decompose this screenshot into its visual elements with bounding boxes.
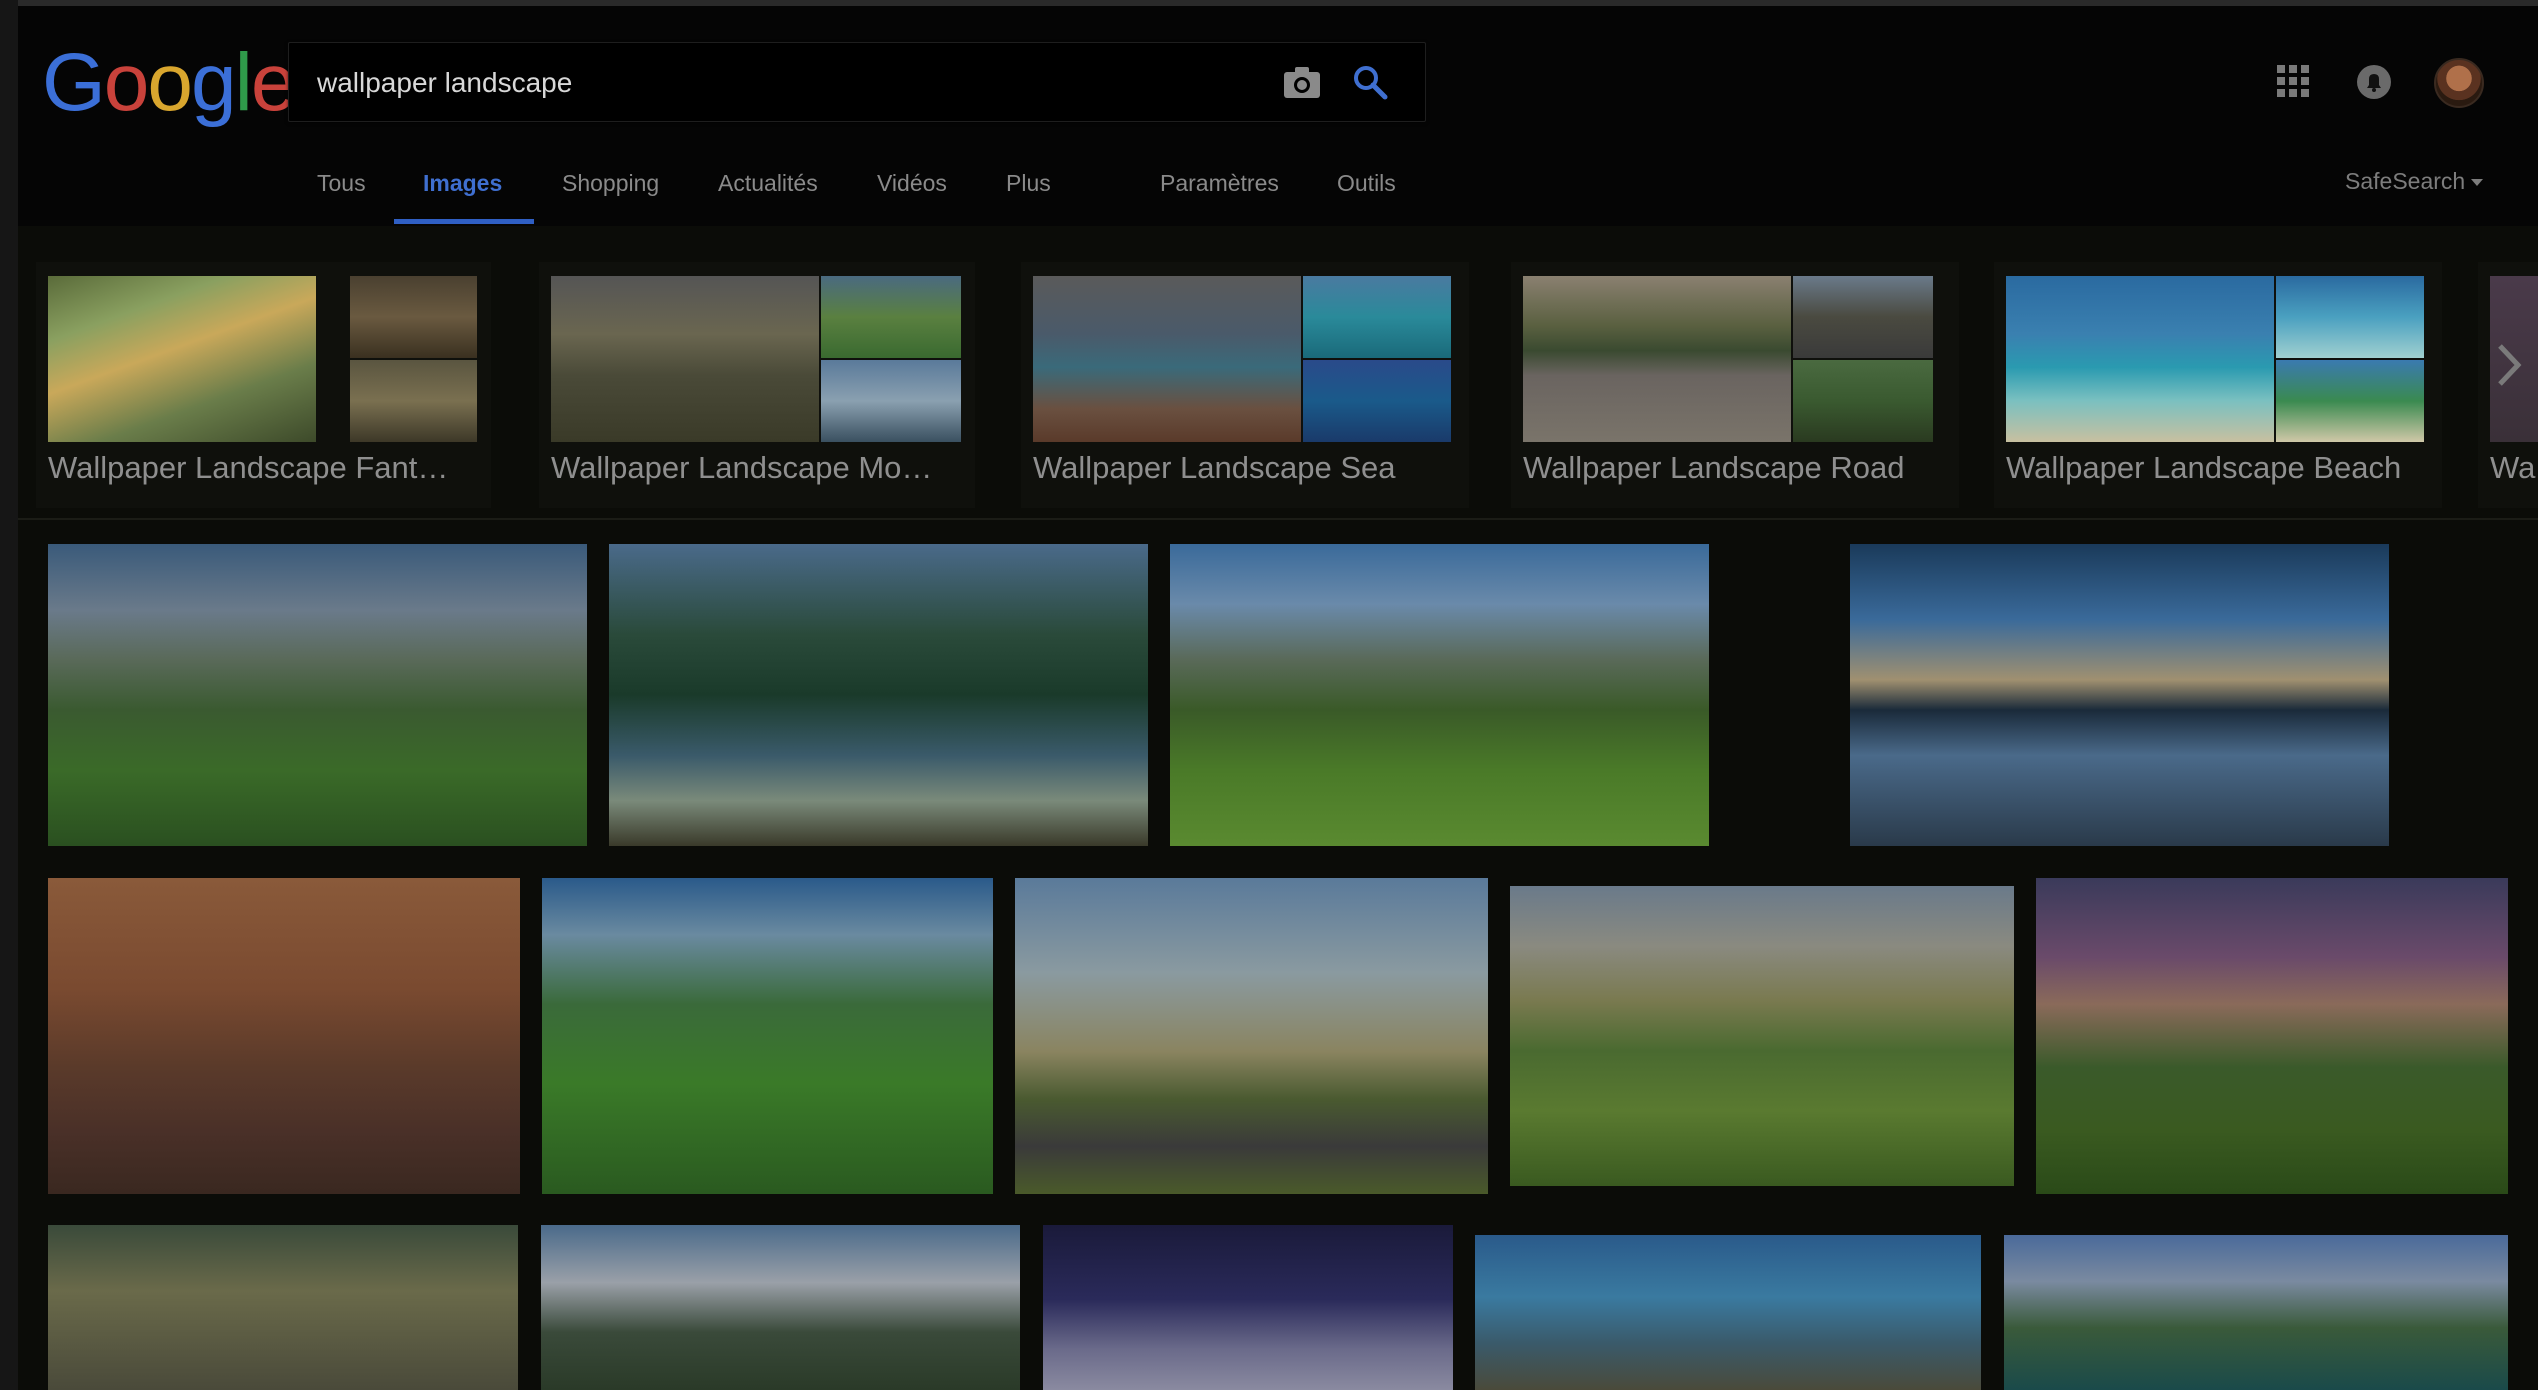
image-result[interactable] xyxy=(1510,886,2014,1186)
search-icon[interactable] xyxy=(1351,63,1389,101)
image-result[interactable] xyxy=(1475,1235,1981,1390)
related-thumbnail xyxy=(1033,276,1301,442)
logo-letter: G xyxy=(42,37,106,128)
image-result[interactable] xyxy=(48,878,520,1194)
related-thumbnail xyxy=(2006,276,2274,442)
tab-outils[interactable]: Outils xyxy=(1337,170,1396,197)
related-search-card[interactable]: Wallpaper Landscape Sea xyxy=(1021,262,1469,508)
image-result[interactable] xyxy=(1170,544,1709,846)
camera-icon[interactable] xyxy=(1282,64,1322,100)
safesearch-dropdown[interactable]: SafeSearch xyxy=(2345,168,2484,195)
image-result[interactable] xyxy=(2004,1235,2508,1390)
tab-actualites[interactable]: Actualités xyxy=(718,170,818,197)
image-result[interactable] xyxy=(1043,1225,1453,1390)
related-search-card[interactable]: Wallpaper Landscape Mo… xyxy=(539,262,975,508)
logo-letter: o xyxy=(103,37,150,128)
active-tab-indicator xyxy=(394,219,534,224)
logo-letter: l xyxy=(234,37,253,128)
logo-letter: o xyxy=(147,37,193,128)
related-label: Wallpaper Landscape Sea xyxy=(1033,450,1396,485)
related-thumbnail xyxy=(1793,276,1933,358)
image-result[interactable] xyxy=(48,544,587,846)
related-thumbnail xyxy=(2276,360,2424,442)
related-label: Wallpaper Landscape Beach xyxy=(2006,450,2402,485)
related-thumbnail xyxy=(551,276,819,442)
related-thumbnail xyxy=(1523,276,1791,442)
tab-plus[interactable]: Plus xyxy=(1006,170,1051,197)
related-thumbnail xyxy=(821,276,961,358)
related-thumbnail xyxy=(1303,360,1451,442)
tab-videos[interactable]: Vidéos xyxy=(877,170,947,197)
image-result[interactable] xyxy=(1015,878,1488,1194)
related-thumbnail xyxy=(48,276,316,442)
related-label: Wallpaper Landscape Fant… xyxy=(48,450,449,485)
related-thumbnail xyxy=(1793,360,1933,442)
apps-grid-icon[interactable] xyxy=(2276,64,2310,98)
related-search-card[interactable]: Wallpaper Landscape Road xyxy=(1511,262,1959,508)
tab-tous[interactable]: Tous xyxy=(317,170,366,197)
related-search-card[interactable]: Wallpaper Landscape Fant… xyxy=(36,262,491,508)
chevron-down-icon xyxy=(2471,179,2484,187)
related-label: Wallpaper Landscape Road xyxy=(1523,450,1905,485)
chevron-right-icon[interactable] xyxy=(2494,340,2524,390)
logo-letter: g xyxy=(191,37,237,128)
related-thumbnail xyxy=(1303,276,1451,358)
related-label: Wa xyxy=(2490,450,2536,485)
divider xyxy=(18,518,2538,520)
search-input[interactable]: wallpaper landscape xyxy=(317,67,572,99)
related-thumbnail xyxy=(350,360,477,442)
tab-shopping[interactable]: Shopping xyxy=(562,170,659,197)
image-result[interactable] xyxy=(541,1225,1020,1390)
tab-parametres[interactable]: Paramètres xyxy=(1160,170,1279,197)
related-thumbnail xyxy=(2276,276,2424,358)
google-logo[interactable]: Google xyxy=(42,36,296,130)
related-label: Wallpaper Landscape Mo… xyxy=(551,450,933,485)
related-thumbnail xyxy=(821,360,961,442)
avatar[interactable] xyxy=(2434,58,2484,108)
image-result[interactable] xyxy=(48,1225,518,1390)
image-result[interactable] xyxy=(1850,544,2389,846)
window-left-border xyxy=(0,0,18,1390)
related-search-card[interactable]: Wallpaper Landscape Beach xyxy=(1994,262,2442,508)
image-result[interactable] xyxy=(609,544,1148,846)
tab-images[interactable]: Images xyxy=(423,170,502,197)
search-box[interactable]: wallpaper landscape xyxy=(288,42,1426,122)
image-result[interactable] xyxy=(542,878,993,1194)
image-result[interactable] xyxy=(2036,878,2508,1194)
safesearch-label: SafeSearch xyxy=(2345,168,2466,194)
related-thumbnail xyxy=(350,276,477,358)
bell-icon[interactable] xyxy=(2356,64,2392,100)
